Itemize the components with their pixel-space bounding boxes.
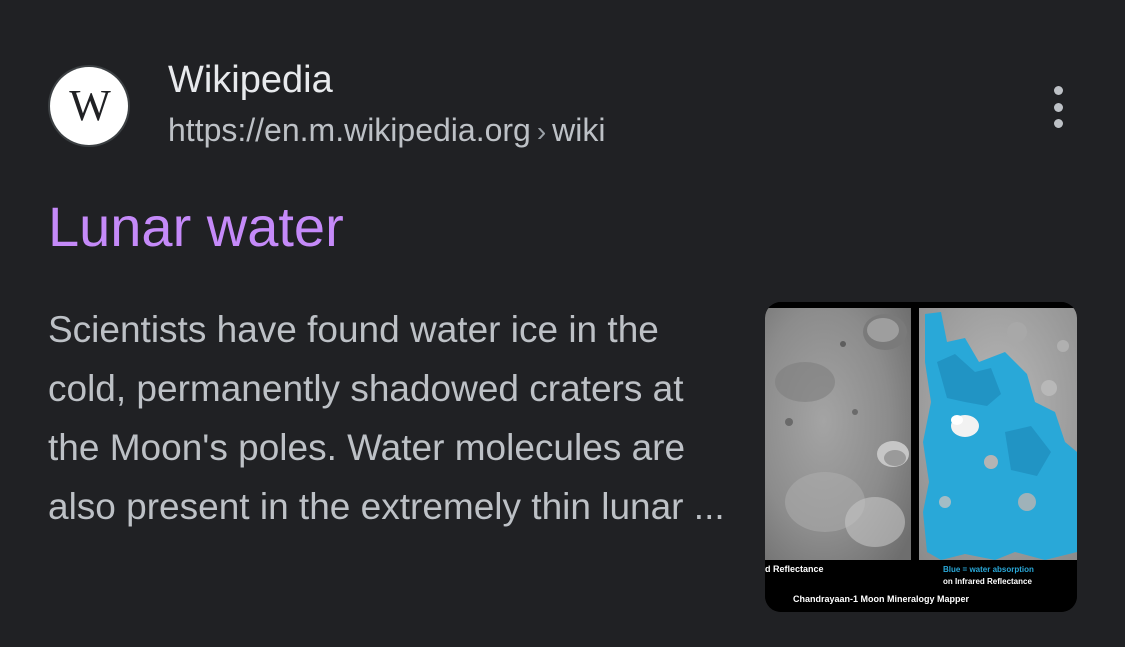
url-path: wiki: [552, 112, 606, 148]
result-snippet: Scientists have found water ice in the c…: [48, 309, 725, 527]
source-text: Wikipedia https://en.m.wikipedia.org › wik…: [168, 58, 606, 154]
thumb-left-caption: d Reflectance: [765, 564, 824, 574]
search-result-card: W Wikipedia https://en.m.wikipedia.org › w…: [0, 0, 1125, 647]
thumb-right-caption-2: on Infrared Reflectance: [943, 577, 1032, 586]
result-source[interactable]: W Wikipedia https://en.m.wikipedia.org › w…: [50, 58, 606, 154]
result-title-link[interactable]: Lunar water: [48, 192, 344, 262]
site-name: Wikipedia: [168, 59, 333, 101]
more-vert-icon: [1053, 86, 1063, 95]
favicon-letter: W: [69, 81, 111, 130]
url-base: https://en.m.wikipedia.org: [168, 112, 531, 148]
lunar-water-image: d Reflectance Blue = water absorption on…: [765, 302, 1077, 612]
result-thumbnail[interactable]: d Reflectance Blue = water absorption on…: [765, 302, 1077, 612]
breadcrumb-separator-icon: ›: [536, 116, 547, 147]
more-options-button[interactable]: [1040, 86, 1076, 128]
thumb-bottom-caption: Chandrayaan-1 Moon Mineralogy Mapper: [793, 594, 970, 604]
wikipedia-favicon-icon: W: [50, 67, 128, 145]
site-url: https://en.m.wikipedia.org › wiki: [168, 108, 606, 154]
thumb-right-caption-1: Blue = water absorption: [943, 565, 1034, 574]
